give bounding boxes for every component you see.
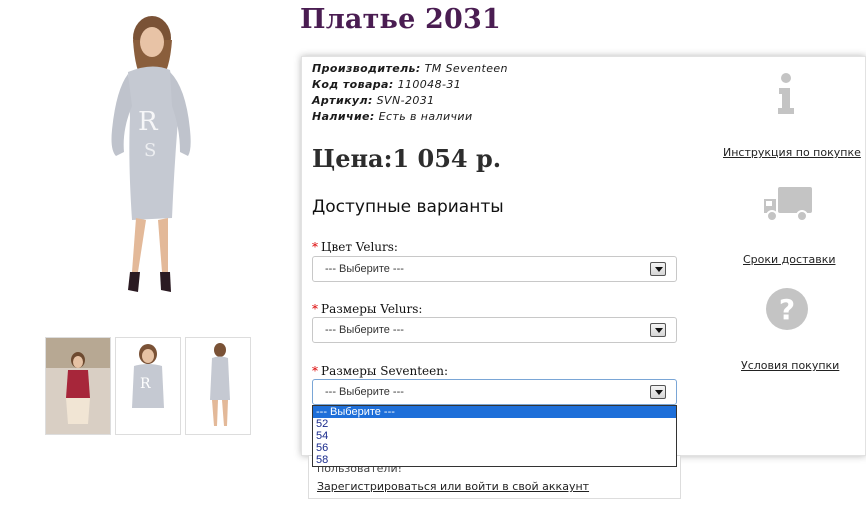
thumbnail-2[interactable]: R (115, 337, 181, 435)
required-mark: * (312, 302, 318, 316)
dropdown-option[interactable]: 58 (313, 454, 676, 466)
option-label-text: Цвет Velurs: (321, 240, 398, 254)
dropdown-arrow-icon[interactable] (650, 262, 666, 276)
product-price: Цена:1 054 р. (312, 144, 502, 173)
info-value: Есть в наличии (374, 110, 473, 123)
dropdown-option[interactable]: 56 (313, 442, 676, 454)
info-product-code: Код товара: 110048-31 (312, 77, 508, 93)
dropdown-option[interactable]: --- Выберите --- (313, 406, 676, 418)
question-icon: ? (764, 286, 810, 337)
option-label-text: Размеры Velurs: (321, 302, 423, 316)
product-title: Платье 2031 (300, 4, 502, 35)
option-label-color: * Цвет Velurs: (312, 240, 398, 254)
product-info: Производитель: TM Seventeen Код товара: … (312, 61, 508, 125)
select-value: --- Выберите --- (325, 263, 404, 275)
select-value: --- Выберите --- (325, 324, 404, 336)
select-value: --- Выберите --- (325, 386, 404, 398)
color-select[interactable]: --- Выберите --- (312, 256, 677, 282)
size-seventeen-dropdown-list: --- Выберите --- 52 54 56 58 (312, 405, 677, 467)
option-label-text: Размеры Seventeen: (321, 364, 448, 378)
purchase-conditions-link[interactable]: Условия покупки (741, 359, 839, 372)
dropdown-arrow-icon[interactable] (650, 323, 666, 337)
dropdown-arrow-icon[interactable] (650, 385, 666, 399)
size-seventeen-select[interactable]: --- Выберите --- (312, 379, 677, 405)
truck-icon (762, 185, 814, 230)
option-label-size-seventeen: * Размеры Seventeen: (312, 364, 448, 378)
info-value: TM Seventeen (420, 62, 508, 75)
svg-text:R: R (138, 107, 159, 137)
thumbnail-3[interactable] (185, 337, 251, 435)
info-manufacturer: Производитель: TM Seventeen (312, 61, 508, 77)
size-velurs-select[interactable]: --- Выберите --- (312, 317, 677, 343)
svg-text:S: S (144, 140, 156, 161)
info-label: Код товара: (312, 78, 394, 91)
info-label: Наличие: (312, 110, 375, 123)
thumbnail-1[interactable] (45, 337, 111, 435)
required-mark: * (312, 364, 318, 378)
svg-text:?: ? (779, 293, 795, 326)
info-article: Артикул: SVN-2031 (312, 93, 508, 109)
info-value: 110048-31 (393, 78, 462, 91)
dropdown-option[interactable]: 52 (313, 418, 676, 430)
svg-text:R: R (140, 376, 151, 392)
delivery-terms-link[interactable]: Сроки доставки (743, 253, 836, 266)
info-value: SVN-2031 (372, 94, 435, 107)
purchase-instructions-link[interactable]: Инструкция по покупке (723, 146, 861, 159)
info-availability: Наличие: Есть в наличии (312, 109, 508, 125)
info-label: Производитель: (312, 62, 421, 75)
required-mark: * (312, 240, 318, 254)
info-icon (774, 72, 798, 121)
option-label-size-velurs: * Размеры Velurs: (312, 302, 422, 316)
dropdown-option[interactable]: 54 (313, 430, 676, 442)
main-product-image[interactable]: R S (40, 10, 245, 310)
register-login-link[interactable]: Зарегистрироваться или войти в свой акка… (317, 480, 589, 493)
info-label: Артикул: (312, 94, 373, 107)
variants-title: Доступные варианты (312, 197, 504, 217)
